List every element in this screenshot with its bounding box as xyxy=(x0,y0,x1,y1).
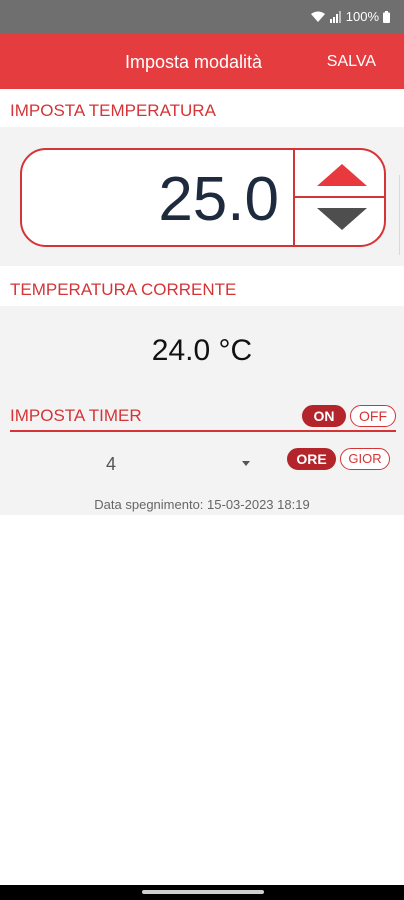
unit-hours-toggle[interactable]: ORE xyxy=(287,448,336,470)
timer-on-toggle[interactable]: ON xyxy=(302,405,346,427)
status-bar: 100% xyxy=(0,0,404,34)
current-temperature-header: TEMPERATURA CORRENTE xyxy=(0,266,404,306)
set-temperature-section: 25.0 xyxy=(0,127,404,266)
battery-icon xyxy=(383,10,390,23)
temperature-stepper: 25.0 xyxy=(20,148,386,247)
dropdown-arrow-icon xyxy=(242,461,250,466)
timer-section: IMPOSTA TIMER ON OFF 4 ORE GIOR Data spe… xyxy=(0,394,404,515)
unit-days-toggle[interactable]: GIOR xyxy=(340,448,390,470)
app-bar: Imposta modalità SALVA xyxy=(0,34,404,89)
wifi-icon xyxy=(310,11,326,23)
current-temperature-value: 24.0 °C xyxy=(151,334,253,367)
set-temperature-header: IMPOSTA TEMPERATURA xyxy=(0,89,404,127)
status-icons: 100% xyxy=(310,9,390,24)
navigation-bar xyxy=(0,885,404,900)
scroll-indicator xyxy=(399,175,404,255)
battery-percent: 100% xyxy=(345,9,379,24)
timer-duration-select[interactable]: 4 xyxy=(20,448,260,478)
timer-duration-value: 4 xyxy=(106,454,117,474)
save-button[interactable]: SALVA xyxy=(327,53,376,71)
current-temperature-section: 24.0 °C xyxy=(0,306,404,394)
timer-off-toggle[interactable]: OFF xyxy=(350,405,396,427)
arrow-up-icon xyxy=(317,164,367,186)
home-gesture-handle[interactable] xyxy=(142,890,264,894)
timer-header: IMPOSTA TIMER xyxy=(10,406,142,425)
timer-divider xyxy=(10,430,396,432)
stepper-controls xyxy=(293,150,384,245)
increase-temperature-button[interactable] xyxy=(295,150,384,196)
empty-content-area xyxy=(0,515,404,885)
set-temperature-value: 25.0 xyxy=(158,165,279,234)
arrow-down-icon xyxy=(317,208,367,230)
off-date-text: Data spegnimento: 15-03-2023 18:19 xyxy=(94,497,310,512)
decrease-temperature-button[interactable] xyxy=(295,198,384,244)
signal-icon xyxy=(329,10,342,23)
page-title: Imposta modalità xyxy=(125,52,263,72)
